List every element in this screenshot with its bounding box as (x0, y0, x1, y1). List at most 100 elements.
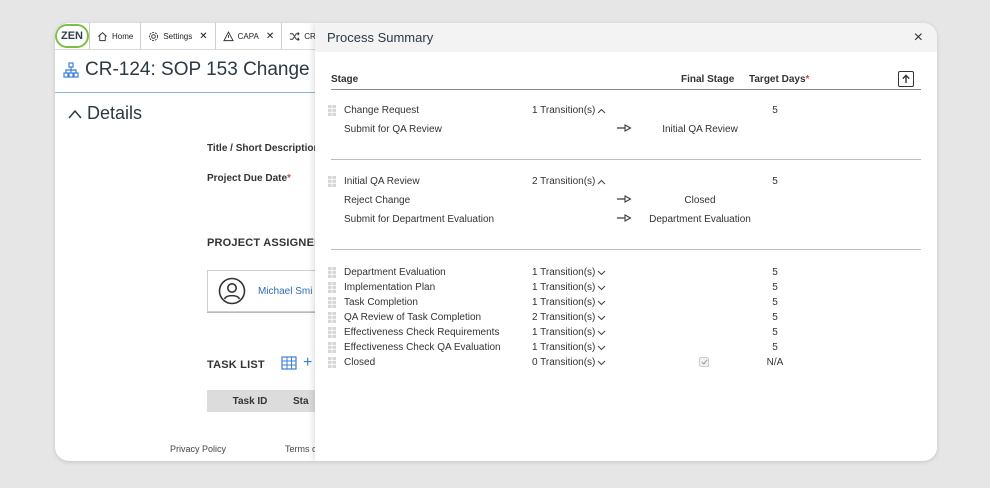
warning-icon (222, 30, 234, 41)
panel-header: Process Summary × (315, 23, 937, 52)
target-days: 5 (772, 282, 778, 293)
task-list-actions: + (281, 355, 312, 371)
stage-row[interactable]: Implementation Plan 1 Transition(s) 5 (315, 280, 937, 295)
column-final-stage: Final Stage (681, 74, 735, 85)
stage-row[interactable]: Department Evaluation 1 Transition(s) 5 (315, 265, 937, 280)
arrow-right-icon (617, 122, 632, 137)
target-days: 5 (772, 105, 778, 116)
close-tab-icon[interactable]: ✕ (266, 31, 274, 42)
drag-handle-icon[interactable] (328, 267, 336, 278)
transition-action: Submit for Department Evaluation (344, 214, 495, 225)
transitions-toggle[interactable]: 2 Transition(s) (532, 174, 606, 189)
check-icon (700, 359, 708, 365)
task-table-header: Task ID Sta (207, 390, 317, 412)
close-tab-icon[interactable]: ✕ (199, 31, 207, 42)
stage-name: Effectiveness Check QA Evaluation (344, 342, 501, 353)
transitions-count: 1 Transition(s) (532, 282, 596, 293)
stage-name: Department Evaluation (344, 267, 446, 278)
user-avatar-icon (218, 277, 246, 305)
stage-name: QA Review of Task Completion (344, 312, 482, 323)
chevron-up-icon (68, 109, 82, 118)
tab-settings[interactable]: Settings ✕ (140, 23, 214, 49)
assignee-name[interactable]: Michael Smi (258, 286, 312, 297)
transitions-count: 1 Transition(s) (532, 342, 596, 353)
drag-handle-icon[interactable] (328, 312, 336, 323)
chevron-down-icon (598, 345, 606, 350)
stage-name: Closed (344, 357, 376, 368)
transitions-toggle[interactable]: 1 Transition(s) (532, 340, 606, 355)
table-view-icon[interactable] (281, 356, 297, 370)
panel-title: Process Summary (327, 30, 434, 45)
column-stage: Stage (331, 74, 359, 85)
chevron-up-icon (598, 108, 606, 113)
stage-row[interactable]: Effectiveness Check Requirements 1 Transi… (315, 325, 937, 340)
target-days: 5 (772, 327, 778, 338)
transitions-count: 2 Transition(s) (532, 176, 596, 187)
drag-handle-icon[interactable] (328, 327, 336, 338)
transitions-toggle[interactable]: 2 Transition(s) (532, 310, 606, 325)
transition-action: Submit for QA Review (344, 124, 442, 135)
target-days: 5 (772, 297, 778, 308)
chevron-down-icon (598, 330, 606, 335)
drag-handle-icon[interactable] (328, 282, 336, 293)
drag-handle-icon[interactable] (328, 105, 336, 116)
target-days: 5 (772, 342, 778, 353)
stage-row[interactable]: Change Request 1 Transition(s) 5 (315, 103, 937, 118)
tab-bar: ZEN Home Settings ✕ CAPA ✕ CR-12 (55, 23, 327, 50)
stage-row[interactable]: Task Completion 1 Transition(s) 5 (315, 295, 937, 310)
chevron-up-icon (598, 179, 606, 184)
transitions-toggle[interactable]: 1 Transition(s) (532, 103, 606, 118)
details-section-toggle[interactable]: Details (67, 103, 142, 124)
hierarchy-icon (63, 62, 79, 78)
final-stage-checkbox[interactable] (699, 357, 709, 367)
transitions-toggle[interactable]: 1 Transition(s) (532, 325, 606, 340)
drag-handle-icon[interactable] (328, 342, 336, 353)
stage-row[interactable]: Initial QA Review 2 Transition(s) 5 (315, 174, 937, 189)
stage-name: Change Request (344, 105, 420, 116)
arrow-right-icon (617, 212, 632, 227)
drag-handle-icon[interactable] (328, 357, 336, 368)
shuffle-icon (290, 31, 300, 41)
close-icon[interactable]: × (914, 29, 923, 46)
transition-action: Reject Change (344, 195, 411, 206)
arrow-right-icon (617, 193, 632, 208)
assignee-card[interactable]: Michael Smi (207, 270, 327, 312)
stage-row[interactable]: Effectiveness Check QA Evaluation 1 Trans… (315, 340, 937, 355)
target-days: N/A (766, 357, 784, 368)
tab-home[interactable]: Home (89, 23, 140, 49)
chevron-down-icon (598, 315, 606, 320)
stage-name: Task Completion (344, 297, 418, 308)
transitions-count: 0 Transition(s) (532, 357, 596, 368)
transitions-toggle[interactable]: 1 Transition(s) (532, 265, 606, 280)
target-days: 5 (772, 176, 778, 187)
stage-name: Effectiveness Check Requirements (344, 327, 500, 338)
column-task-id[interactable]: Task ID (207, 390, 293, 412)
privacy-policy-link[interactable]: Privacy Policy (170, 444, 226, 454)
drag-handle-icon[interactable] (328, 176, 336, 187)
transition-destination: Department Evaluation (649, 214, 751, 225)
scroll-top-button[interactable] (898, 71, 914, 87)
add-task-icon[interactable]: + (303, 355, 312, 371)
column-target-days: Target Days* (749, 74, 810, 85)
transitions-toggle[interactable]: 1 Transition(s) (532, 295, 606, 310)
target-days: 5 (772, 267, 778, 278)
transitions-toggle[interactable]: 0 Transition(s) (532, 355, 606, 370)
transition-row: Submit for QA Review Initial QA Review (315, 122, 937, 137)
transitions-count: 1 Transition(s) (532, 267, 596, 278)
arrow-up-icon (902, 74, 910, 83)
stage-name: Initial QA Review (344, 176, 420, 187)
zen-logo[interactable]: ZEN (55, 23, 89, 49)
header-divider (331, 89, 921, 90)
tab-capa[interactable]: CAPA ✕ (214, 23, 282, 49)
title-divider (55, 92, 315, 93)
group-divider (331, 249, 921, 250)
drag-handle-icon[interactable] (328, 297, 336, 308)
terms-link[interactable]: Terms o (285, 444, 317, 454)
stage-row[interactable]: QA Review of Task Completion 2 Transition… (315, 310, 937, 325)
column-status[interactable]: Sta (293, 390, 317, 412)
transitions-count: 1 Transition(s) (532, 297, 596, 308)
transitions-toggle[interactable]: 1 Transition(s) (532, 280, 606, 295)
stage-row[interactable]: Closed 0 Transition(s) N/A (315, 355, 937, 370)
chevron-down-icon (598, 360, 606, 365)
home-icon (98, 31, 107, 41)
